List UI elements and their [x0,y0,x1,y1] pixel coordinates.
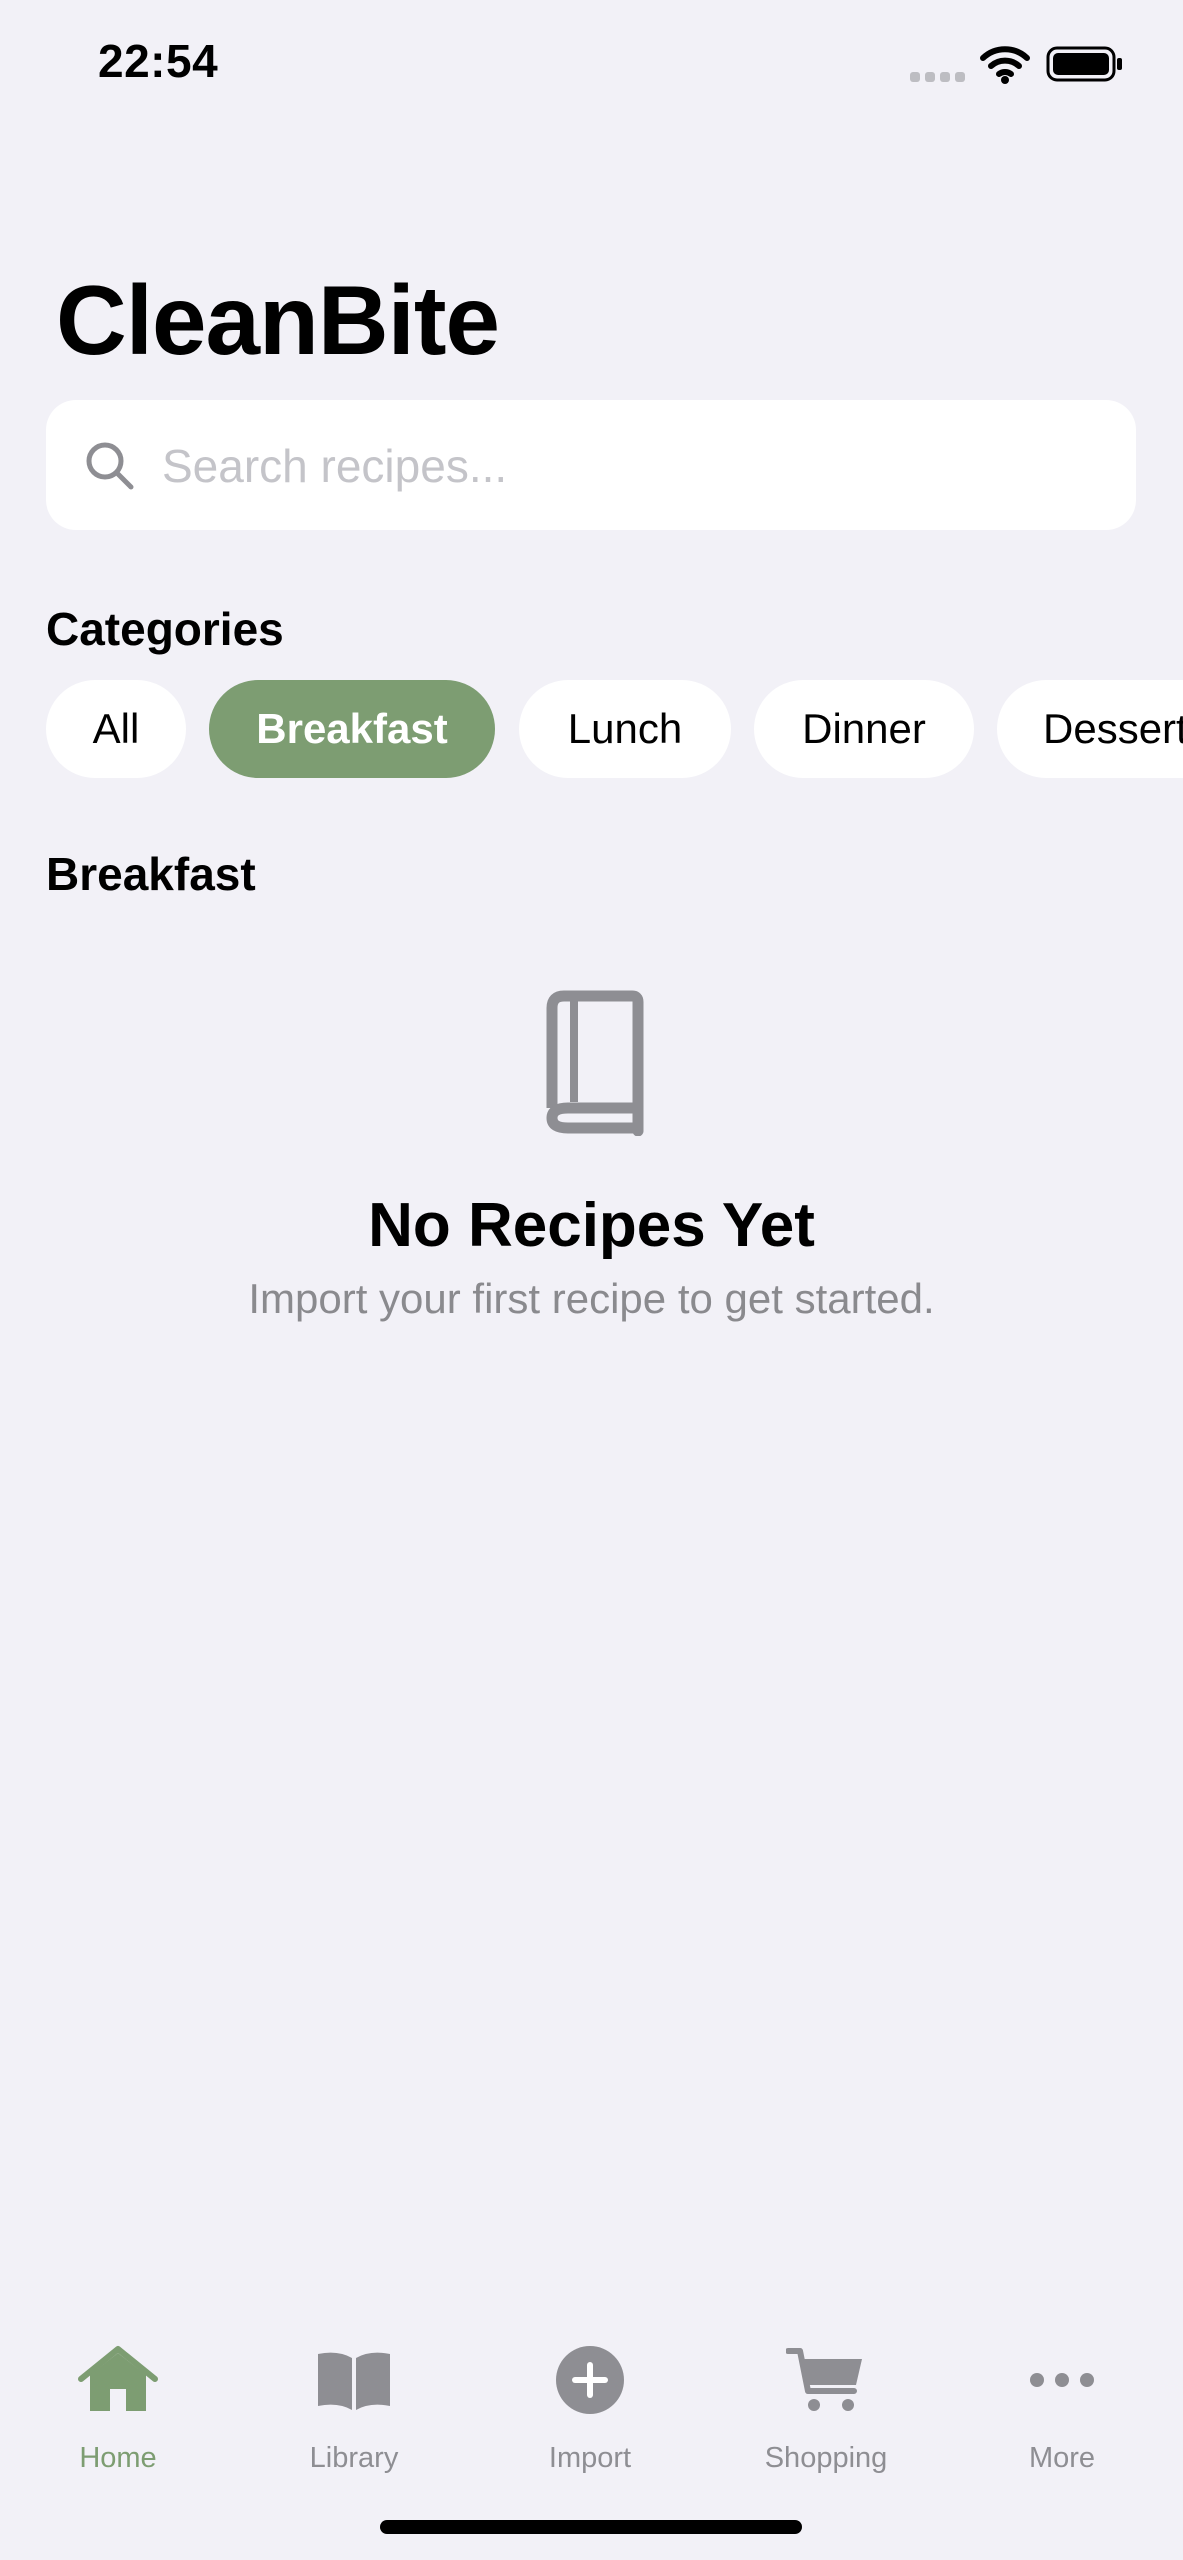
app-title: CleanBite [56,265,500,375]
category-chip-all[interactable]: All [46,680,186,778]
tab-import[interactable]: Import [472,2320,708,2480]
battery-icon [1046,46,1122,82]
search-bar[interactable] [46,400,1136,530]
cellular-signal-icon [910,72,965,82]
tab-more[interactable]: More [944,2320,1180,2480]
home-indicator [380,2520,802,2534]
tab-library[interactable]: Library [236,2320,472,2480]
empty-state-subtitle: Import your first recipe to get started. [248,1275,935,1322]
plus-circle-icon [556,2346,624,2414]
section-title: Breakfast [46,848,256,900]
category-chip-dinner[interactable]: Dinner [754,680,974,778]
tab-shopping[interactable]: Shopping [708,2320,944,2480]
category-chip-dessert[interactable]: Dessert [997,680,1183,778]
tab-more-label: More [1028,2442,1096,2474]
tab-home-label: Home [79,2442,157,2474]
ellipsis-icon [1030,2373,1094,2387]
open-book-icon [318,2352,390,2410]
category-chip-lunch[interactable]: Lunch [519,680,731,778]
category-chips: All Breakfast Lunch Dinner Dessert [0,680,1183,778]
search-icon [86,442,134,490]
book-icon [546,990,644,1136]
tab-home[interactable]: Home [0,2320,236,2480]
tab-import-label: Import [548,2442,632,2474]
wifi-icon [980,46,1030,84]
category-chip-breakfast[interactable]: Breakfast [209,680,495,778]
tab-library-label: Library [309,2442,399,2474]
categories-heading: Categories [46,603,284,655]
search-input[interactable] [160,430,1104,502]
empty-state-title: No Recipes Yet [368,1191,815,1260]
status-time: 22:54 [98,35,219,87]
status-bar: 22:54 [0,0,1183,130]
house-icon [78,2346,158,2411]
cart-icon [786,2348,862,2411]
tab-shopping-label: Shopping [764,2442,888,2474]
